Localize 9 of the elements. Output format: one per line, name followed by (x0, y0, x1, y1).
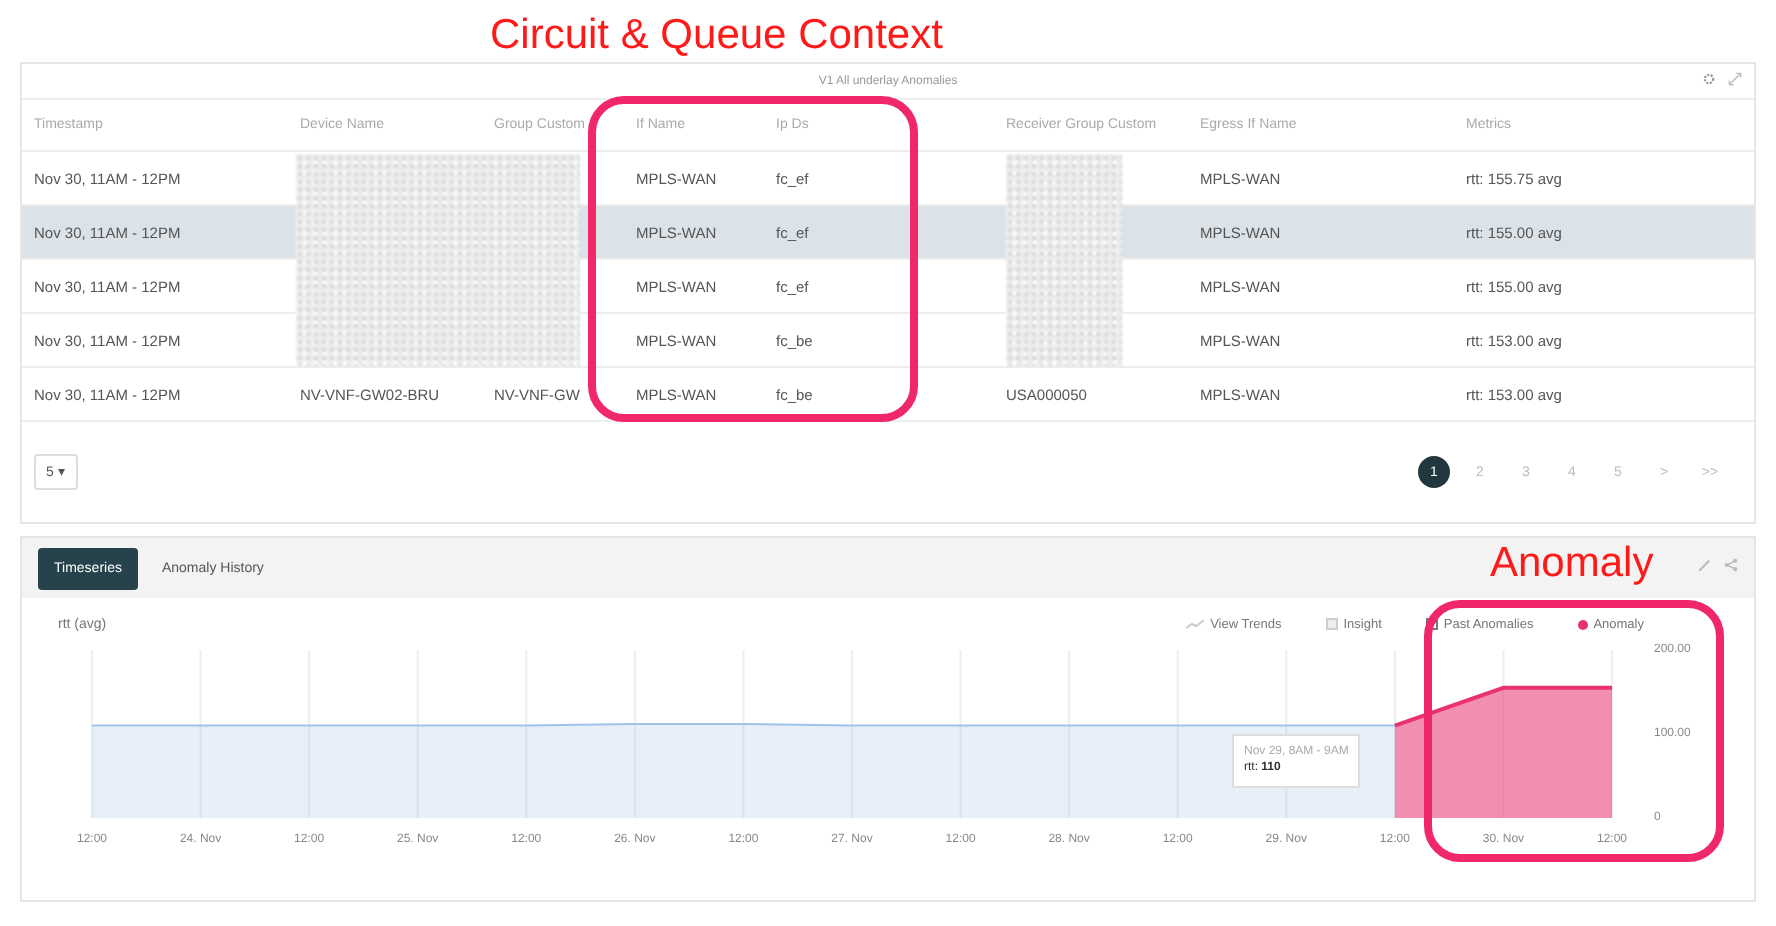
trend-icon (1186, 618, 1205, 630)
settings-icon[interactable] (1702, 72, 1716, 86)
legend-dot (1577, 619, 1588, 629)
insight-icon (1325, 618, 1338, 630)
share-icon[interactable] (1724, 558, 1738, 572)
expand-icon[interactable] (1728, 72, 1742, 86)
edit-icon[interactable] (1698, 558, 1712, 572)
annotation-label: Circuit & Queue Context (490, 12, 943, 60)
annotation-label: Anomaly (1490, 540, 1654, 588)
